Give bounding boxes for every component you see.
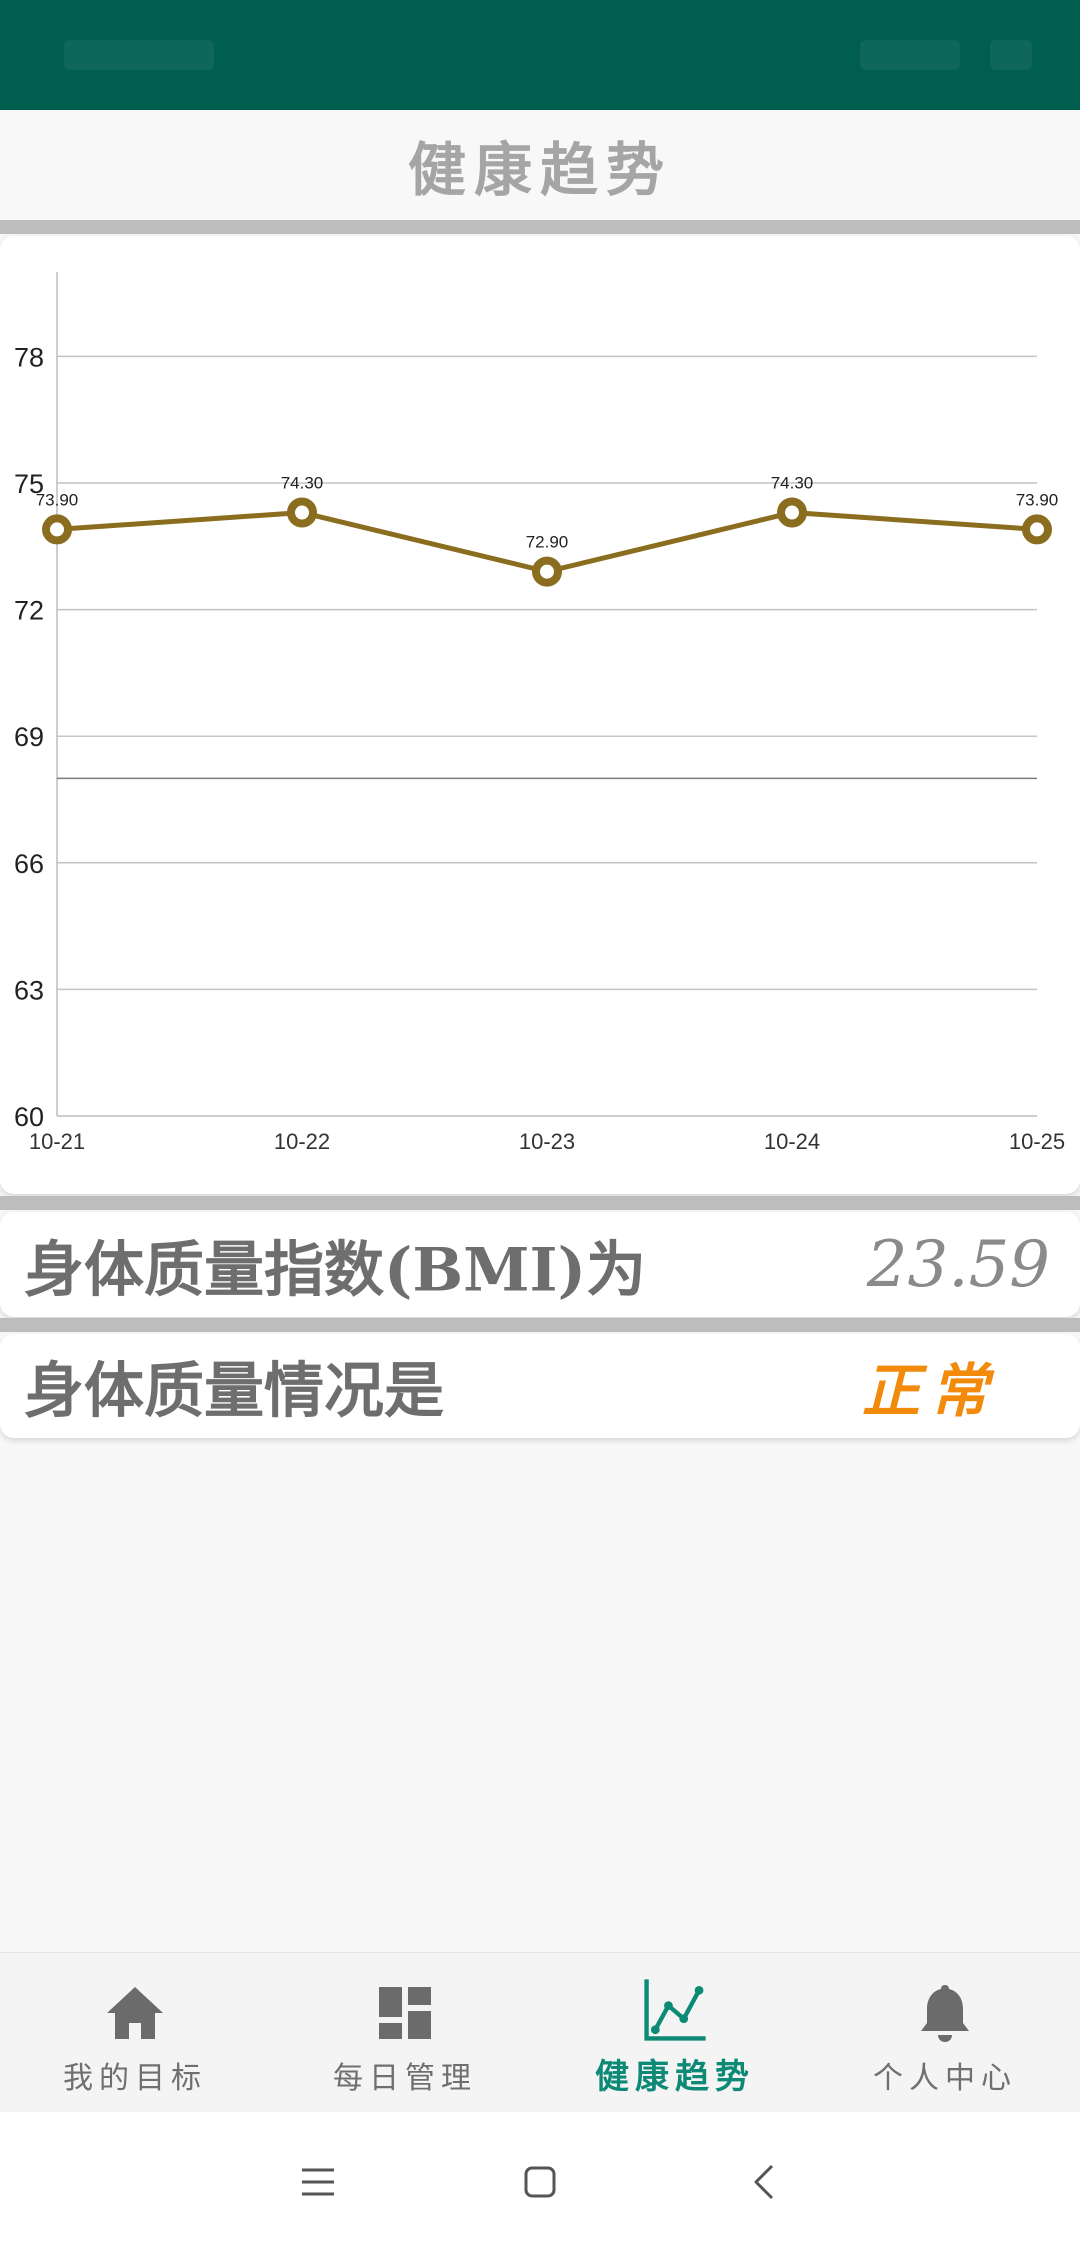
y-tick-label: 72 <box>14 596 44 626</box>
divider <box>0 220 1080 234</box>
y-tick-label: 63 <box>14 975 44 1005</box>
nav-item-my-goals[interactable]: 我的目标 <box>0 1953 270 2113</box>
data-label: 73.90 <box>36 490 79 509</box>
nav-item-health-trend[interactable]: 健康趋势 <box>540 1953 810 2113</box>
divider <box>0 1196 1080 1210</box>
nav-label: 个人中心 <box>873 2061 1017 2096</box>
data-point <box>1022 514 1052 545</box>
x-tick-label: 10-22 <box>274 1129 330 1154</box>
nav-label: 健康趋势 <box>595 2057 755 2097</box>
status-bar <box>0 0 1080 110</box>
menu-icon[interactable] <box>288 2152 348 2212</box>
status-signal-blur <box>860 40 960 70</box>
home-square-icon[interactable] <box>510 2152 570 2212</box>
x-tick-label: 10-24 <box>764 1129 820 1154</box>
chart-card: 60 63 66 69 72 75 78 10-21 10-22 10-23 10-24 10-25 7… <box>0 236 1080 1194</box>
trend-chart-icon <box>644 1979 706 2041</box>
status-time-blur <box>64 40 214 70</box>
x-tick-label: 10-23 <box>519 1129 575 1154</box>
body-status-card: 身体质量情况是 正常 <box>0 1334 1080 1438</box>
data-label: 73.90 <box>1016 490 1059 509</box>
system-navigation-bar <box>0 2112 1080 2244</box>
body-status-value: 正常 <box>862 1357 999 1425</box>
status-battery-blur <box>990 40 1032 70</box>
data-label: 74.30 <box>771 474 814 493</box>
y-tick-label: 78 <box>14 342 44 372</box>
bmi-card: 身体质量指数(BMI)为 23.59 <box>0 1212 1080 1317</box>
y-tick-label: 69 <box>14 722 44 752</box>
x-tick-label: 10-21 <box>29 1129 85 1154</box>
y-tick-label: 60 <box>14 1102 44 1132</box>
bmi-value: 23.59 <box>866 1227 1050 1302</box>
nav-label: 每日管理 <box>333 2061 477 2096</box>
nav-item-personal-center[interactable]: 个人中心 <box>810 1953 1080 2113</box>
data-point <box>532 556 562 587</box>
bmi-label: 身体质量指数(BMI)为 <box>24 1235 646 1305</box>
bell-icon <box>921 1985 969 2042</box>
data-point <box>777 497 807 528</box>
data-label: 74.30 <box>281 474 324 493</box>
dashboard-icon <box>379 1987 431 2039</box>
data-point <box>42 514 72 545</box>
nav-label: 我的目标 <box>63 2061 207 2096</box>
back-icon[interactable] <box>736 2152 796 2212</box>
y-tick-label: 66 <box>14 849 44 879</box>
data-label: 72.90 <box>526 533 569 552</box>
bottom-navigation: 我的目标 每日管理 健康趋势 个人中心 <box>0 1952 1080 2112</box>
home-icon <box>107 1987 163 2039</box>
nav-item-daily-management[interactable]: 每日管理 <box>270 1953 540 2113</box>
divider <box>0 1318 1080 1332</box>
weight-line-chart: 6063666972757810-21 10-22 10-23 10-24 10-257… <box>14 272 1065 1154</box>
body-status-label: 身体质量情况是 <box>24 1356 444 1427</box>
data-point <box>287 497 317 528</box>
page-title: 健康趋势 <box>0 110 1080 220</box>
x-tick-label: 10-25 <box>1009 1129 1065 1154</box>
